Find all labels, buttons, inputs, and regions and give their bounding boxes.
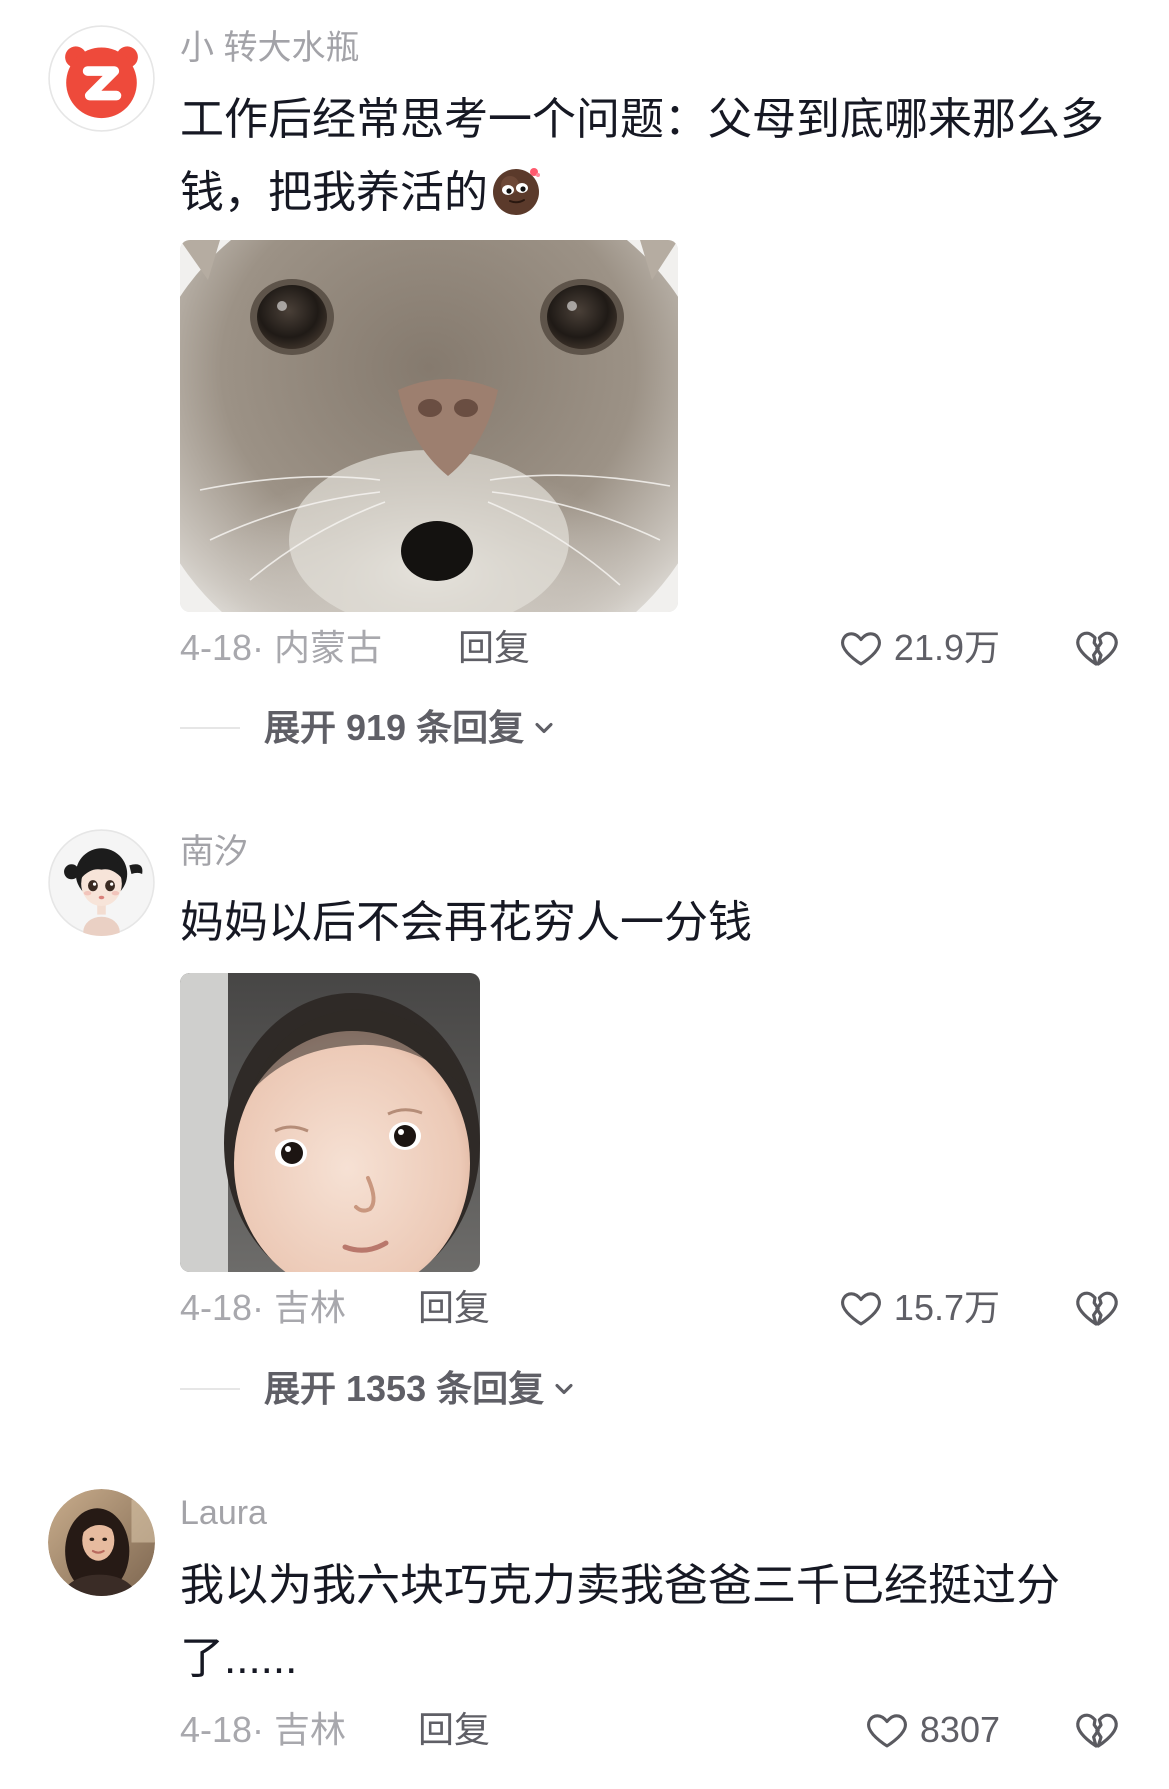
face-emoji-icon xyxy=(490,163,544,217)
reply-button[interactable]: 回复 xyxy=(458,626,530,670)
comment-image[interactable] xyxy=(180,240,678,612)
like-count: 15.7万 xyxy=(893,1287,1000,1328)
comment-date-location: 4-18· 吉林 xyxy=(180,1287,347,1328)
comment-text-line-with-emoji: 钱，把我养活的 xyxy=(180,156,1104,229)
username[interactable]: 南汐 xyxy=(180,832,248,872)
comment-date-location: 4-18· 内蒙古 xyxy=(180,627,383,668)
cartoon-girl-avatar-icon xyxy=(48,829,155,936)
dislike-button[interactable] xyxy=(1073,1284,1121,1332)
comment-text: 我以为我六块巧克力卖我爸爸三千已经挺过分 了...... xyxy=(180,1549,1060,1695)
expand-divider xyxy=(180,1388,240,1390)
comment-text-line: 妈妈以后不会再花穷人一分钱 xyxy=(180,898,752,947)
comment-text: 工作后经常思考一个问题：父母到底哪来那么多 钱，把我养活的 xyxy=(180,83,1104,229)
comment-text: 妈妈以后不会再花穷人一分钱 xyxy=(180,886,752,959)
comment-text-line: 了...... xyxy=(180,1634,298,1683)
heart-outline-icon xyxy=(841,1292,881,1326)
like-button[interactable]: 8307 xyxy=(864,1708,1000,1752)
dislike-button[interactable] xyxy=(1073,624,1121,672)
heart-outline-icon xyxy=(867,1714,907,1748)
expand-replies-label: 展开 919 条回复 xyxy=(264,707,525,748)
expand-replies-label: 展开 1353 条回复 xyxy=(264,1368,545,1409)
comment-text-line: 工作后经常思考一个问题：父母到底哪来那么多 xyxy=(180,95,1104,144)
comment-date-location: 4-18· 吉林 xyxy=(180,1709,347,1750)
comment-image[interactable] xyxy=(180,973,480,1272)
chevron-down-icon xyxy=(555,1383,573,1395)
expand-divider xyxy=(180,727,240,729)
username[interactable]: Laura xyxy=(180,1493,267,1533)
dislike-button[interactable] xyxy=(1073,1706,1121,1754)
reply-button[interactable]: 回复 xyxy=(418,1286,490,1330)
broken-heart-icon xyxy=(1076,631,1118,666)
like-button[interactable]: 15.7万 xyxy=(838,1286,1000,1330)
zhuanzhuan-logo-icon xyxy=(48,25,155,132)
expand-replies-button[interactable]: 展开 1353 条回复 xyxy=(264,1367,578,1411)
reply-button[interactable]: 回复 xyxy=(418,1708,490,1752)
like-button[interactable]: 21.9万 xyxy=(838,626,1000,670)
like-count: 8307 xyxy=(919,1709,1000,1750)
like-count: 21.9万 xyxy=(893,627,1000,668)
username[interactable]: 小 转大水瓶 xyxy=(180,28,359,68)
broken-heart-icon xyxy=(1076,1291,1118,1326)
expand-replies-button[interactable]: 展开 919 条回复 xyxy=(264,706,558,750)
broken-heart-icon xyxy=(1076,1713,1118,1748)
heart-outline-icon xyxy=(841,632,881,666)
chevron-down-icon xyxy=(535,722,553,734)
avatar[interactable] xyxy=(48,25,155,132)
comment-text-line: 钱，把我养活的 xyxy=(180,168,488,217)
avatar[interactable] xyxy=(48,1489,155,1596)
user-photo-avatar-icon xyxy=(48,1489,155,1596)
comment-text-line: 我以为我六块巧克力卖我爸爸三千已经挺过分 xyxy=(180,1561,1060,1610)
avatar[interactable] xyxy=(48,829,155,936)
